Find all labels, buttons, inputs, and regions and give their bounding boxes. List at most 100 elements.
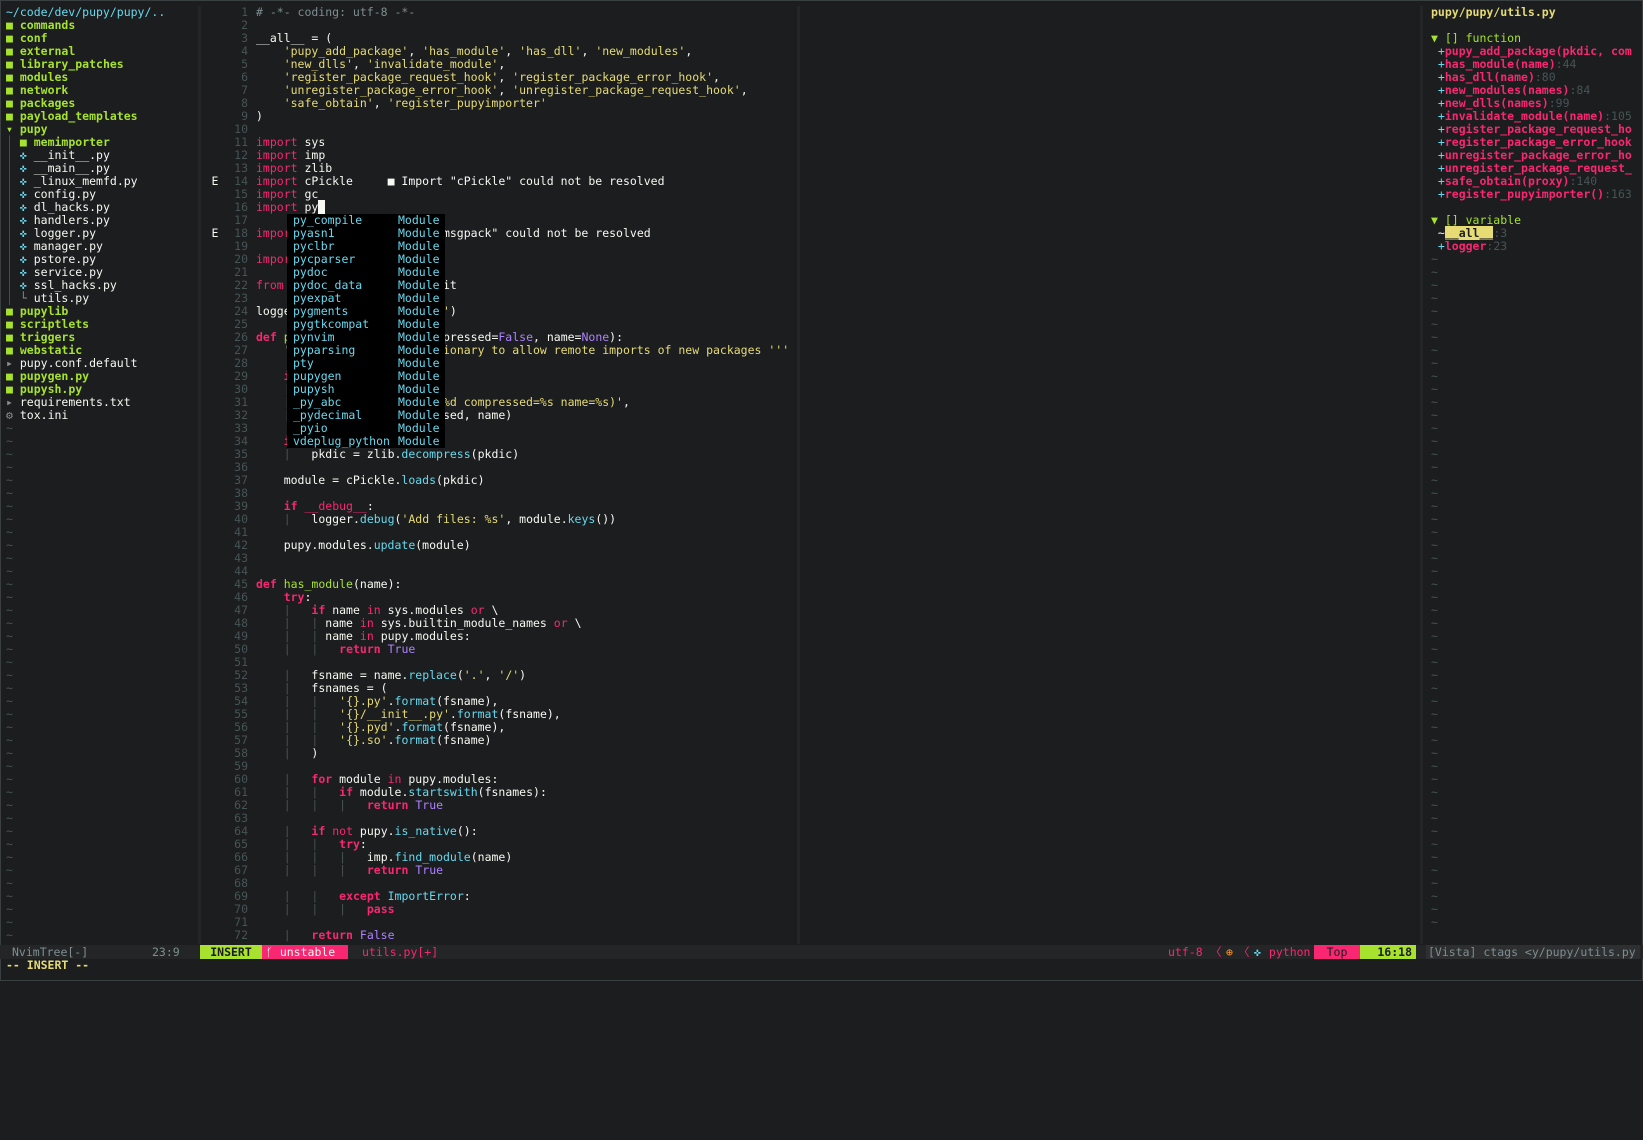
code-line[interactable]: 43	[206, 552, 796, 565]
code-text[interactable]	[256, 552, 796, 565]
code-line[interactable]: 72 | return False	[206, 929, 796, 942]
tree-item-label: requirements.txt	[19, 395, 131, 409]
expand-marker-icon: +	[1431, 174, 1445, 188]
vista-item-line: :140	[1569, 174, 1598, 188]
code-text[interactable]: | return False	[256, 929, 796, 942]
vista-status-label: [Vista] ctags <y/pupy/utils.py	[1426, 945, 1640, 959]
empty-line-marker: ~	[1431, 551, 1438, 565]
empty-line-marker: ~	[6, 915, 13, 929]
empty-line-marker: ~	[6, 928, 13, 942]
code-text[interactable]: )	[256, 110, 796, 123]
status-line: NvimTree[-] 23:9 INSERT ᚶ unstable utils…	[0, 945, 1643, 959]
code-text[interactable]: import gc	[256, 188, 796, 201]
sign-column	[206, 461, 224, 474]
empty-line-marker: ~	[6, 642, 13, 656]
split-separator-right[interactable]	[1420, 6, 1423, 944]
completion-popup[interactable]: py_compile Module pyasn1 Module pyclbr Module…	[287, 214, 445, 448]
line-number: 4	[241, 44, 248, 58]
editor-pane[interactable]: 1 # -*- coding: utf-8 -*- 2 3 __all__ = (4 '…	[206, 6, 796, 944]
vista-item-name: register_package_request_ho	[1444, 122, 1632, 136]
empty-line-marker: ~	[6, 577, 13, 591]
tree-item-label: pstore.py	[33, 252, 97, 266]
vista-variable-item[interactable]: +logger:23	[1425, 240, 1643, 253]
code-text[interactable]: import imp	[256, 149, 796, 162]
tree-status-label: NvimTree[-]	[12, 945, 89, 959]
code-text[interactable]: | pkdic = zlib.decompress(pkdic)	[256, 448, 796, 461]
empty-line-marker: ~	[1431, 473, 1438, 487]
vista-function-item[interactable]: +register_pupyimporter():163	[1425, 188, 1643, 201]
code-line[interactable]: 35 | pkdic = zlib.decompress(pkdic)	[206, 448, 796, 461]
code-text[interactable]: | | return True	[256, 643, 796, 656]
empty-line-marker: ~	[6, 902, 13, 916]
code-text[interactable]: import sys	[256, 136, 796, 149]
folder-icon: ■	[6, 330, 13, 344]
empty-line-marker: ~	[6, 850, 13, 864]
completion-item[interactable]: vdeplug_python Module	[287, 435, 445, 448]
folder-icon: ▾	[6, 122, 13, 136]
sign-column	[206, 851, 224, 864]
empty-line-marker: ~	[1431, 798, 1438, 812]
file-icon: ▸	[6, 395, 13, 409]
tree-item-label: pupygen.py	[19, 369, 90, 383]
code-line[interactable]: 40 | logger.debug('Add files: %s', modul…	[206, 513, 796, 526]
folder-icon: ■	[6, 109, 13, 123]
tree-item-label: manager.py	[33, 239, 103, 253]
tree-item-label: pupylib	[19, 304, 69, 318]
empty-line-marker: ~	[1431, 395, 1438, 409]
empty-line-marker: ~	[1431, 746, 1438, 760]
sign-column	[206, 695, 224, 708]
code-text[interactable]: | logger.debug('Add files: %s', module.k…	[256, 513, 796, 526]
empty-line-marker: ~	[6, 616, 13, 630]
vista-item-line: :44	[1555, 57, 1577, 71]
code-line[interactable]: 62 | | | return True	[206, 799, 796, 812]
empty-line-marker: ~	[6, 603, 13, 617]
split-separator-left[interactable]	[198, 6, 201, 944]
empty-line-marker: ~	[1431, 629, 1438, 643]
code-text[interactable]: # -*- coding: utf-8 -*-	[256, 6, 796, 19]
completion-item-name: vdeplug_python	[293, 434, 390, 448]
code-text[interactable]: | | | pass	[256, 903, 796, 916]
code-text[interactable]	[256, 123, 796, 136]
tree-item-label: service.py	[33, 265, 103, 279]
vista-outline-pane[interactable]: pupy/pupy/utils.py ▼ [] function +pupy_a…	[1425, 6, 1643, 944]
code-line[interactable]: 1 # -*- coding: utf-8 -*-	[206, 6, 796, 19]
status-filename: utils.py[+]	[362, 945, 439, 959]
tree-item-label: _linux_memfd.py	[33, 174, 138, 188]
sign-column	[206, 552, 224, 565]
code-text[interactable]: def has_module(name):	[256, 578, 796, 591]
code-text[interactable]: | )	[256, 747, 796, 760]
sign-column	[206, 84, 224, 97]
sign-column	[206, 6, 224, 19]
folder-icon: ■	[6, 44, 13, 58]
empty-line-marker: ~	[6, 460, 13, 474]
code-text[interactable]: module = cPickle.loads(pkdic)	[256, 474, 796, 487]
code-text[interactable]: | | | return True	[256, 864, 796, 877]
code-text[interactable]: pupy.modules.update(module)	[256, 539, 796, 552]
code-line[interactable]: 70 | | | pass	[206, 903, 796, 916]
code-line[interactable]: 42 pupy.modules.update(module)	[206, 539, 796, 552]
code-text[interactable]: import cPickle ■ Import "cPickle" could …	[256, 175, 796, 188]
command-line[interactable]: -- INSERT --	[6, 958, 89, 972]
code-line[interactable]: 50 | | return True	[206, 643, 796, 656]
code-line[interactable]: 67 | | | return True	[206, 864, 796, 877]
tree-item-label: webstatic	[19, 343, 83, 357]
empty-line-marker: ~	[6, 525, 13, 539]
code-line[interactable]: 37 module = cPickle.loads(pkdic)	[206, 474, 796, 487]
empty-line-marker: ~	[1431, 382, 1438, 396]
tree-item-label: dl_hacks.py	[33, 200, 110, 214]
empty-line-marker: ~	[1431, 304, 1438, 318]
code-text[interactable]: 'safe_obtain', 'register_pupyimporter'	[256, 97, 796, 110]
tree-file-item[interactable]: ⚙ tox.ini	[0, 409, 196, 422]
file-tree-pane[interactable]: ~/code/dev/pupy/pupy/.. ■ commands ■ conf…	[0, 6, 196, 944]
code-text[interactable]	[256, 19, 796, 32]
sign-column	[206, 32, 224, 45]
code-line[interactable]: 8 'safe_obtain', 'register_pupyimporter'	[206, 97, 796, 110]
split-separator-middle[interactable]	[797, 6, 800, 944]
code-line[interactable]: 9)	[206, 110, 796, 123]
sign-column	[206, 448, 224, 461]
code-text[interactable]: | | | return True	[256, 799, 796, 812]
vista-item-name: new_modules(names)	[1444, 83, 1570, 97]
code-text[interactable]: | | '{}.so'.format(fsname)	[256, 734, 796, 747]
empty-split-pane[interactable]	[805, 6, 1418, 944]
code-line[interactable]: 58 | )	[206, 747, 796, 760]
